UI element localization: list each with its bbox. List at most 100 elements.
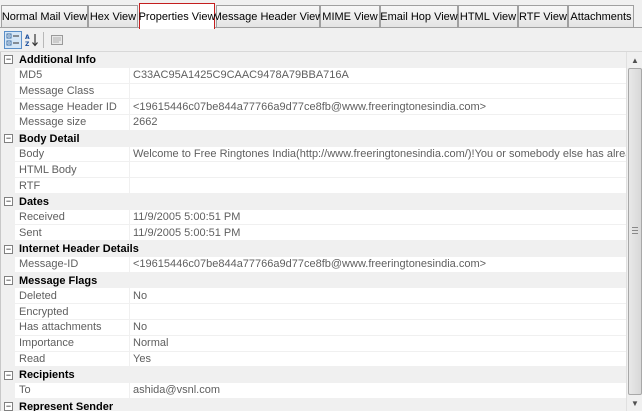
property-row-has-attachments[interactable]: Has attachments No: [1, 320, 626, 336]
column-divider[interactable]: [129, 383, 130, 398]
property-row-encrypted[interactable]: Encrypted: [1, 304, 626, 321]
property-row-md5[interactable]: MD5 C33AC95A1425C9CAAC9478A79BBA716A: [1, 67, 626, 84]
property-row-read[interactable]: Read Yes: [1, 351, 626, 368]
tab-label: MIME View: [322, 10, 378, 23]
tab-normal-mail-view[interactable]: Normal Mail View: [1, 5, 88, 27]
vertical-scrollbar[interactable]: ▲ ▼: [626, 52, 642, 411]
property-value[interactable]: 11/9/2005 5:00:51 PM: [133, 211, 626, 223]
column-divider[interactable]: [129, 256, 130, 272]
collapse-icon[interactable]: −: [4, 55, 13, 65]
property-row-rtf[interactable]: RTF: [1, 178, 626, 194]
column-divider[interactable]: [129, 178, 130, 193]
tab-hex-view[interactable]: Hex View: [88, 5, 138, 27]
property-name: Body: [19, 147, 45, 160]
property-row-to[interactable]: To ashida@vsnl.com: [1, 383, 626, 399]
column-divider[interactable]: [129, 115, 130, 130]
tab-label: RTF View: [519, 10, 567, 23]
row-gutter: [1, 335, 15, 351]
property-value[interactable]: <19615446c07be844a77766a9d77ce8fb@www.fr…: [133, 258, 626, 270]
tab-properties-view[interactable]: Properties View: [139, 3, 215, 29]
property-name: MD5: [19, 69, 43, 82]
alphabetical-button[interactable]: A Z: [23, 31, 41, 49]
property-name: Message-ID: [19, 258, 79, 271]
property-name: RTF: [19, 179, 41, 192]
category-additional-info[interactable]: − Additional Info: [1, 52, 626, 68]
column-divider[interactable]: [129, 99, 130, 115]
category-recipients[interactable]: − Recipients: [1, 367, 626, 384]
property-value[interactable]: C33AC95A1425C9CAAC9478A79BBA716A: [133, 69, 626, 81]
property-value[interactable]: No: [133, 321, 626, 333]
property-row-message-header-id[interactable]: Message Header ID <19615446c07be844a77766…: [1, 99, 626, 116]
category-represent-sender[interactable]: − Represent Sender: [1, 398, 626, 411]
category-label: Internet Header Details: [19, 243, 139, 256]
column-divider[interactable]: [129, 83, 130, 99]
scroll-down-arrow-icon[interactable]: ▼: [627, 395, 642, 411]
category-internet-header-details[interactable]: − Internet Header Details: [1, 241, 626, 257]
column-divider[interactable]: [129, 162, 130, 178]
property-value[interactable]: <19615446c07be844a77766a9d77ce8fb@www.fr…: [133, 101, 626, 113]
row-gutter: [1, 146, 15, 162]
column-divider[interactable]: [129, 304, 130, 320]
category-label: Dates: [19, 195, 49, 208]
property-row-deleted[interactable]: Deleted No: [1, 288, 626, 305]
column-divider[interactable]: [129, 320, 130, 335]
tab-rtf-view[interactable]: RTF View: [518, 5, 568, 27]
property-pages-button[interactable]: [48, 31, 66, 49]
row-gutter: [1, 383, 15, 398]
property-value[interactable]: Normal: [133, 337, 626, 349]
column-divider[interactable]: [129, 146, 130, 162]
tab-label: Message Header View: [212, 10, 324, 23]
collapse-icon[interactable]: −: [4, 370, 13, 380]
column-divider[interactable]: [129, 225, 130, 241]
svg-text:Z: Z: [25, 41, 30, 47]
tab-message-header-view[interactable]: Message Header View: [212, 5, 324, 27]
tab-label: Email Hop View: [380, 10, 458, 23]
property-name: Deleted: [19, 289, 57, 302]
column-divider[interactable]: [129, 288, 130, 304]
category-body-detail[interactable]: − Body Detail: [1, 130, 626, 147]
row-gutter: [1, 162, 15, 178]
row-gutter: [1, 304, 15, 320]
property-name: Has attachments: [19, 321, 102, 334]
scrollbar-thumb[interactable]: [628, 68, 642, 395]
collapse-icon[interactable]: −: [4, 402, 13, 411]
column-divider[interactable]: [129, 335, 130, 351]
property-grid-toolbar: A Z: [0, 28, 642, 52]
property-row-sent[interactable]: Sent 11/9/2005 5:00:51 PM: [1, 225, 626, 242]
property-value[interactable]: Yes: [133, 353, 626, 365]
categorized-button[interactable]: [4, 31, 22, 49]
collapse-icon[interactable]: −: [4, 276, 13, 286]
tab-mime-view[interactable]: MIME View: [320, 5, 380, 27]
property-value[interactable]: No: [133, 290, 626, 302]
collapse-icon[interactable]: −: [4, 197, 13, 207]
category-label: Body Detail: [19, 132, 80, 145]
property-row-importance[interactable]: Importance Normal: [1, 335, 626, 352]
row-gutter: [1, 209, 15, 225]
tab-attachments[interactable]: Attachments: [568, 5, 634, 27]
property-row-received[interactable]: Received 11/9/2005 5:00:51 PM: [1, 209, 626, 226]
property-row-message-class[interactable]: Message Class: [1, 83, 626, 100]
property-value[interactable]: 2662: [133, 116, 626, 128]
tab-email-hop-view[interactable]: Email Hop View: [380, 5, 458, 27]
column-divider[interactable]: [129, 67, 130, 83]
category-dates[interactable]: − Dates: [1, 193, 626, 210]
property-value[interactable]: 11/9/2005 5:00:51 PM: [133, 227, 626, 239]
category-label: Represent Sender: [19, 400, 114, 411]
property-value[interactable]: ashida@vsnl.com: [133, 384, 626, 396]
category-message-flags[interactable]: − Message Flags: [1, 272, 626, 289]
property-row-message-id[interactable]: Message-ID <19615446c07be844a77766a9d77ce…: [1, 256, 626, 273]
collapse-icon[interactable]: −: [4, 244, 13, 254]
tab-html-view[interactable]: HTML View: [458, 5, 518, 27]
row-gutter: [1, 115, 15, 130]
property-name: Sent: [19, 226, 42, 239]
scroll-up-arrow-icon[interactable]: ▲: [627, 52, 642, 68]
property-row-html-body[interactable]: HTML Body: [1, 162, 626, 179]
row-gutter: [1, 288, 15, 304]
column-divider[interactable]: [129, 351, 130, 367]
property-row-message-size[interactable]: Message size 2662: [1, 115, 626, 131]
property-value[interactable]: Welcome to Free Ringtones India(http://w…: [133, 148, 626, 160]
column-divider[interactable]: [129, 209, 130, 225]
collapse-icon[interactable]: −: [4, 134, 13, 144]
property-row-body[interactable]: Body Welcome to Free Ringtones India(http…: [1, 146, 626, 163]
row-gutter: [1, 99, 15, 115]
